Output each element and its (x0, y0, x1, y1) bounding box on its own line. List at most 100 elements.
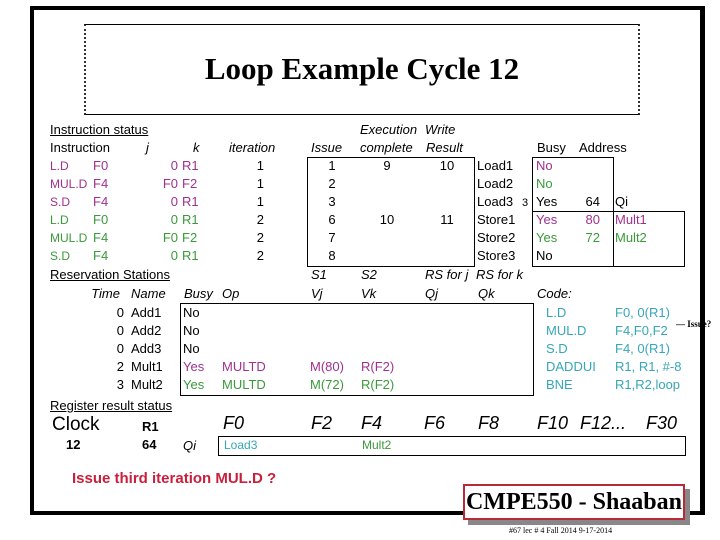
instr-issue: 6 (328, 212, 336, 227)
code-op: BNE (546, 377, 573, 392)
name-header: Name (131, 286, 166, 301)
rs-busy: Yes (183, 359, 205, 374)
buffer-name: Load2 (477, 176, 514, 191)
instr-k: R1 (182, 194, 199, 209)
issue-header: Issue (311, 140, 343, 155)
rs-busy: No (183, 305, 200, 320)
buffer-busy: No (536, 158, 553, 173)
instr-dest: F0 (93, 212, 109, 227)
k-header: k (193, 140, 200, 155)
rs-busy: Yes (183, 377, 205, 392)
rs-name: Add1 (131, 305, 162, 320)
instr-j: F0 (162, 230, 178, 245)
rs-j-header: RS for j (425, 267, 469, 282)
qi-row-label: Qi (183, 438, 196, 453)
register-name: F0 (223, 413, 245, 433)
code-args: R1,R2,loop (615, 377, 681, 392)
busy-header: Busy (537, 140, 566, 155)
issue-annotation-text: Issue? (687, 319, 712, 329)
rs-k-header: RS for k (476, 267, 523, 282)
register-name: F8 (478, 413, 500, 433)
instr-iteration: 1 (256, 176, 264, 191)
code-op: L.D (546, 305, 567, 320)
complete-header: complete (360, 140, 413, 155)
register-qi: Mult2 (362, 438, 392, 452)
slide-footnote: #67 lec # 4 Fall 2014 9-17-2014 (509, 526, 613, 535)
buffer-name: Load3 (477, 194, 514, 209)
rs-vk: R(F2) (361, 377, 395, 392)
slide-title: Loop Example Cycle 12 (204, 51, 520, 86)
buffer-name: Store2 (477, 230, 516, 245)
instr-exec-complete: 10 (379, 212, 395, 227)
instr-iteration: 1 (256, 194, 264, 209)
instr-iteration: 2 (256, 248, 264, 263)
rs-op: MULTD (222, 377, 266, 392)
buffer-busy: Yes (536, 212, 558, 227)
issue-annotation: — Issue? (676, 319, 712, 329)
register-status-label: Register result status (50, 398, 173, 413)
instr-dest: F4 (93, 176, 109, 191)
instr-k: F2 (182, 176, 198, 191)
instr-dest: F4 (93, 230, 109, 245)
code-args: F4, 0(R1) (615, 341, 670, 356)
instruction-header: Instruction (50, 140, 110, 155)
buffer-qi: Mult1 (615, 212, 647, 227)
vk-header: Vk (361, 286, 377, 301)
buffer-busy: No (536, 248, 553, 263)
register-name: F10 (537, 413, 569, 433)
instr-dest: F4 (93, 248, 109, 263)
instr-k: R1 (182, 212, 199, 227)
instr-op: L.D (50, 159, 69, 173)
instruction-status-label: Instruction status (50, 122, 149, 137)
instr-issue: 1 (328, 158, 336, 173)
reservation-stations-label: Reservation Stations (50, 267, 170, 282)
instr-j: 0 (170, 158, 178, 173)
instr-iteration: 2 (256, 230, 264, 245)
instr-op: S.D (50, 249, 71, 263)
rs-time: 0 (116, 341, 124, 356)
j-header: j (146, 140, 149, 155)
code-args: F0, 0(R1) (615, 305, 670, 320)
clock-value: 12 (66, 437, 81, 452)
instr-write-result: 11 (440, 212, 454, 227)
code-args: F4,F0,F2 (615, 323, 668, 338)
address-header: Address (579, 140, 627, 155)
code-op: MUL.D (546, 323, 587, 338)
buffer-name: Load1 (477, 158, 514, 173)
rs-name: Mult2 (131, 377, 163, 392)
instr-issue: 7 (328, 230, 336, 245)
instr-issue: 3 (328, 194, 336, 209)
rs-op: MULTD (222, 359, 266, 374)
code-op: S.D (546, 341, 568, 356)
code-label: Code: (537, 286, 572, 301)
time-header: Time (91, 286, 120, 301)
clock-label: Clock (52, 414, 100, 435)
instr-j: F0 (162, 176, 178, 191)
rs-name: Mult1 (131, 359, 163, 374)
buffer-busy: Yes (536, 194, 558, 209)
rs-time: 3 (116, 377, 124, 392)
course-badge: CMPE550 - Shaaban (463, 484, 685, 520)
buffer-busy: No (536, 176, 553, 191)
buffer-address: 72 (585, 230, 600, 245)
register-name: F4 (361, 413, 383, 433)
instr-issue: 2 (328, 176, 336, 191)
instr-op: MUL.D (50, 177, 88, 191)
title-box: Loop Example Cycle 12 (84, 24, 640, 115)
register-qi: Load3 (224, 438, 258, 452)
result-header: Result (426, 140, 463, 155)
rs-time: 2 (116, 359, 124, 374)
rs-busy-header: Busy (184, 286, 213, 301)
execution-header: Execution (360, 122, 418, 137)
buffer-busy: Yes (536, 230, 558, 245)
instr-write-result: 10 (439, 158, 455, 173)
rs-time: 0 (116, 305, 124, 320)
write-header: Write (425, 122, 456, 137)
instr-iteration: 2 (256, 212, 264, 227)
r1-value: 64 (142, 437, 157, 452)
instr-k: R1 (182, 248, 199, 263)
register-name: F30 (646, 413, 678, 433)
buffer-name: Store3 (477, 248, 516, 263)
buffer-name: Store1 (477, 212, 516, 227)
instr-j: 0 (170, 194, 178, 209)
